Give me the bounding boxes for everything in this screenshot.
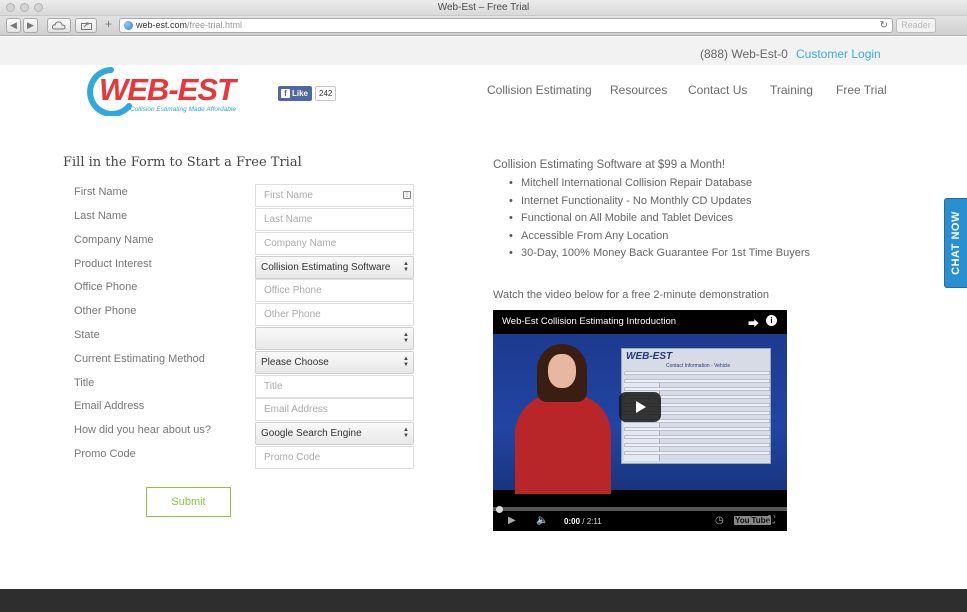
page-footer xyxy=(0,589,967,612)
url-domain: web-est.com xyxy=(136,20,188,30)
facebook-icon: f xyxy=(281,89,290,98)
state-select[interactable]: ▲ ▼ xyxy=(255,327,414,350)
reader-button[interactable]: Reader xyxy=(896,18,936,33)
nav-free-trial[interactable]: Free Trial xyxy=(836,83,887,97)
nav-resources[interactable]: Resources xyxy=(610,83,667,97)
share-page-button[interactable] xyxy=(75,18,97,33)
reload-icon[interactable]: ↻ xyxy=(880,19,888,32)
product-interest-value: Collision Estimating Software xyxy=(261,262,391,273)
promo-title: Collision Estimating Software at $99 a M… xyxy=(493,159,726,171)
video-controls: ▶ 🔈 0:00 / 2:11 ◷ You Tube ⛶ xyxy=(493,513,787,531)
youtube-logo-you: You xyxy=(734,516,751,525)
video-player[interactable]: WEB-EST Contact Information - Vehicle We… xyxy=(493,310,787,531)
promo-code-input[interactable] xyxy=(255,446,414,469)
add-bookmark-button[interactable]: + xyxy=(101,18,116,33)
nav-training[interactable]: Training xyxy=(770,83,813,97)
title-label: Title xyxy=(74,377,95,389)
referral-source-value: Google Search Engine xyxy=(261,428,362,439)
volume-icon[interactable]: 🔈 xyxy=(536,515,548,526)
feature-list: Mitchell International Collision Repair … xyxy=(509,176,810,264)
promo-code-label: Promo Code xyxy=(74,448,136,460)
company-name-label: Company Name xyxy=(74,234,154,246)
last-name-label: Last Name xyxy=(74,210,128,222)
customer-login-link[interactable]: Customer Login xyxy=(796,47,881,61)
logo-text: WEB-EST xyxy=(99,72,239,107)
fullscreen-icon[interactable]: ⛶ xyxy=(768,515,775,526)
feature-item: Accessible From Any Location xyxy=(509,229,810,247)
browser-toolbar: ◀ ▶ + web-est.com/free-trial.html ↻ Read… xyxy=(0,16,967,36)
referral-source-label: How did you hear about us? xyxy=(74,424,211,436)
feature-item: Internet Functionality - No Monthly CD U… xyxy=(509,194,810,212)
video-progress-handle[interactable] xyxy=(496,506,503,513)
info-icon[interactable]: i xyxy=(766,315,777,326)
facebook-like-widget[interactable]: f Like 242 xyxy=(278,86,337,101)
company-name-input[interactable] xyxy=(255,232,414,255)
globe-icon xyxy=(124,21,133,30)
last-name-input[interactable] xyxy=(255,208,414,231)
chat-now-tab[interactable]: CHAT NOW xyxy=(944,198,967,288)
title-input[interactable] xyxy=(255,375,414,398)
play-icon[interactable] xyxy=(619,392,661,422)
nav-contact-us[interactable]: Contact Us xyxy=(688,83,747,97)
video-time: 0:00 / 2:11 xyxy=(564,517,602,526)
feature-item: 30-Day, 100% Money Back Guarantee For 1s… xyxy=(509,246,810,264)
window-title: Web-Est – Free Trial xyxy=(437,2,530,13)
screen-heading: Contact Information - Vehicle xyxy=(666,363,731,369)
other-phone-label: Other Phone xyxy=(74,305,137,317)
select-arrows-icon: ▲ ▼ xyxy=(403,261,409,273)
select-arrows-icon: ▲ ▼ xyxy=(403,427,409,439)
icloud-tabs-button[interactable] xyxy=(47,18,71,33)
facebook-like-label: Like xyxy=(292,89,309,98)
select-arrows-icon: ▲ ▼ xyxy=(403,332,409,344)
video-current-time: 0:00 xyxy=(564,517,581,526)
youtube-logo[interactable]: You Tube xyxy=(734,516,772,525)
nav-collision-estimating[interactable]: Collision Estimating xyxy=(487,83,592,97)
feature-item: Mitchell International Collision Repair … xyxy=(509,176,810,194)
play-small-icon[interactable]: ▶ xyxy=(508,515,516,526)
forward-button[interactable]: ▶ xyxy=(23,18,38,33)
chat-now-label: CHAT NOW xyxy=(950,211,962,275)
share-box-icon xyxy=(80,22,92,30)
logo-tagline: Collision Estimating Made Affordable xyxy=(130,106,236,113)
submit-button[interactable]: Submit xyxy=(146,487,231,517)
product-interest-label: Product Interest xyxy=(74,258,152,270)
presenter-face xyxy=(548,354,576,388)
form-title: Fill in the Form to Start a Free Trial xyxy=(63,155,302,170)
presenter-body xyxy=(515,394,611,494)
first-name-label: First Name xyxy=(74,186,128,198)
watch-later-icon[interactable]: ◷ xyxy=(715,515,724,526)
facebook-like-button[interactable]: f Like xyxy=(278,86,313,101)
autofill-contact-icon[interactable]: ⋮ xyxy=(403,191,411,199)
first-name-input[interactable] xyxy=(255,184,414,207)
estimating-method-label: Current Estimating Method xyxy=(74,353,205,365)
window-titlebar: Web-Est – Free Trial xyxy=(0,0,967,16)
other-phone-input[interactable] xyxy=(255,303,414,326)
email-input[interactable] xyxy=(255,398,414,421)
video-caption: Watch the video below for a free 2-minut… xyxy=(493,289,769,301)
office-phone-label: Office Phone xyxy=(74,281,138,293)
cloud-icon xyxy=(51,21,66,30)
referral-source-select[interactable]: Google Search Engine ▲ ▼ xyxy=(255,422,414,445)
facebook-like-count: 242 xyxy=(315,86,337,101)
state-label: State xyxy=(74,329,100,341)
email-label: Email Address xyxy=(74,400,145,412)
web-est-logo[interactable]: WEB-EST Collision Estimating Made Afford… xyxy=(85,66,260,117)
phone-number: (888) Web-Est-0 xyxy=(700,47,788,61)
video-progress-bar[interactable] xyxy=(493,507,787,511)
logo-graphic: WEB-EST Collision Estimating Made Afford… xyxy=(87,67,240,117)
address-bar[interactable]: web-est.com/free-trial.html ↻ xyxy=(119,18,893,33)
url-path: /free-trial.html xyxy=(187,20,243,30)
screen-logo: WEB-EST xyxy=(626,351,673,362)
estimating-method-select[interactable]: Please Choose ▲ ▼ xyxy=(255,351,414,374)
estimating-method-value: Please Choose xyxy=(261,357,329,368)
office-phone-input[interactable] xyxy=(255,279,414,302)
back-button[interactable]: ◀ xyxy=(6,18,21,33)
product-interest-select[interactable]: Collision Estimating Software ▲ ▼ xyxy=(255,256,414,279)
video-total-time: / 2:11 xyxy=(582,517,602,526)
browser-window: Web-Est – Free Trial ◀ ▶ + web-est.com/f… xyxy=(0,0,967,612)
share-icon[interactable]: ⮕ xyxy=(748,315,759,331)
video-title[interactable]: Web-Est Collision Estimating Introductio… xyxy=(502,316,676,327)
select-arrows-icon: ▲ ▼ xyxy=(403,356,409,368)
feature-item: Functional on All Mobile and Tablet Devi… xyxy=(509,211,810,229)
